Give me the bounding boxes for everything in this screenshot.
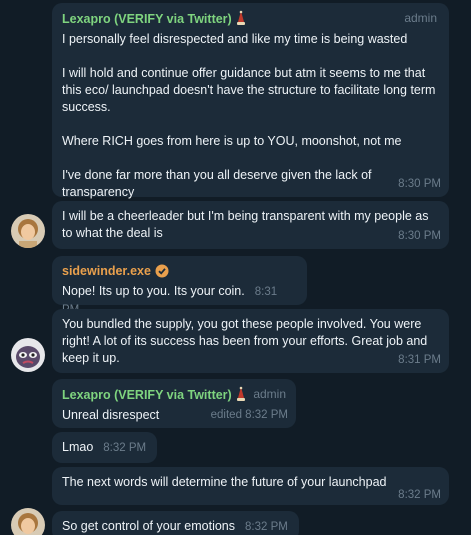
message-timestamp: 8:31 PM	[398, 354, 441, 366]
sender-name-sidewinder[interactable]: sidewinder.exe	[62, 263, 151, 280]
message-text: I will hold and continue offer guidance …	[62, 66, 426, 80]
message-timestamp: 8:30 PM	[398, 230, 441, 242]
fire-extinguisher-icon	[234, 10, 248, 31]
message-text: You bundled the supply, you got these pe…	[62, 317, 422, 331]
message-timestamp: edited 8:32 PM	[210, 409, 288, 421]
message-bubble[interactable]: sidewinder.exe Nope! Its up to you. Its …	[52, 256, 307, 316]
message-text: right! A lot of its success has been fro…	[62, 334, 428, 348]
avatar-lexapro[interactable]	[11, 508, 45, 535]
avatar-lexapro[interactable]	[11, 214, 45, 248]
message-timestamp: 8:32 PM	[398, 489, 441, 501]
message-text: Where RICH goes from here is up to YOU, …	[62, 134, 402, 148]
fire-extinguisher-icon	[234, 386, 248, 407]
message-timestamp: 8:32 PM	[245, 521, 288, 533]
message-bubble[interactable]: I will be a cheerleader but I'm being tr…	[52, 201, 449, 249]
message-timestamp: 8:30 PM	[398, 178, 441, 190]
message-text: The next words will determine the future…	[62, 475, 387, 489]
message-bubble[interactable]: Lmao 8:32 PM	[52, 432, 157, 463]
message-text: this eco/ launchpad doesn't have the str…	[62, 83, 436, 97]
message-text: keep it up.	[62, 351, 120, 365]
message-text: I personally feel disrespected and like …	[62, 32, 408, 46]
message-timestamp: 8:32 PM	[103, 442, 147, 454]
chat-history[interactable]: Lexapro (VERIFY via Twitter) admin I per…	[0, 0, 471, 535]
message-text: So get control of your emotions	[62, 519, 236, 533]
sender-name-lexapro[interactable]: Lexapro (VERIFY via Twitter)	[62, 387, 232, 404]
message-text: to what the deal is	[62, 226, 163, 240]
avatar-sidewinder[interactable]	[11, 338, 45, 372]
message-text: transparency	[62, 185, 135, 199]
admin-badge: admin	[253, 387, 286, 401]
message-bubble[interactable]: Lexapro (VERIFY via Twitter) admin Unrea…	[52, 379, 296, 428]
message-bubble[interactable]: The next words will determine the future…	[52, 467, 449, 505]
sender-name-lexapro[interactable]: Lexapro (VERIFY via Twitter)	[62, 11, 232, 28]
message-text: I will be a cheerleader but I'm being tr…	[62, 209, 429, 223]
admin-badge: admin	[404, 11, 437, 25]
message-bubble[interactable]: You bundled the supply, you got these pe…	[52, 309, 449, 373]
verified-badge-icon	[155, 264, 169, 283]
message-text: Nope! Its up to you. Its your coin.	[62, 284, 245, 298]
message-text: I've done far more than you all deserve …	[62, 168, 372, 182]
message-bubble[interactable]: Lexapro (VERIFY via Twitter) admin I per…	[52, 3, 449, 199]
message-text: Lmao	[62, 440, 94, 454]
message-bubble[interactable]: So get control of your emotions 8:32 PM	[52, 511, 299, 535]
message-text: success.	[62, 100, 111, 114]
